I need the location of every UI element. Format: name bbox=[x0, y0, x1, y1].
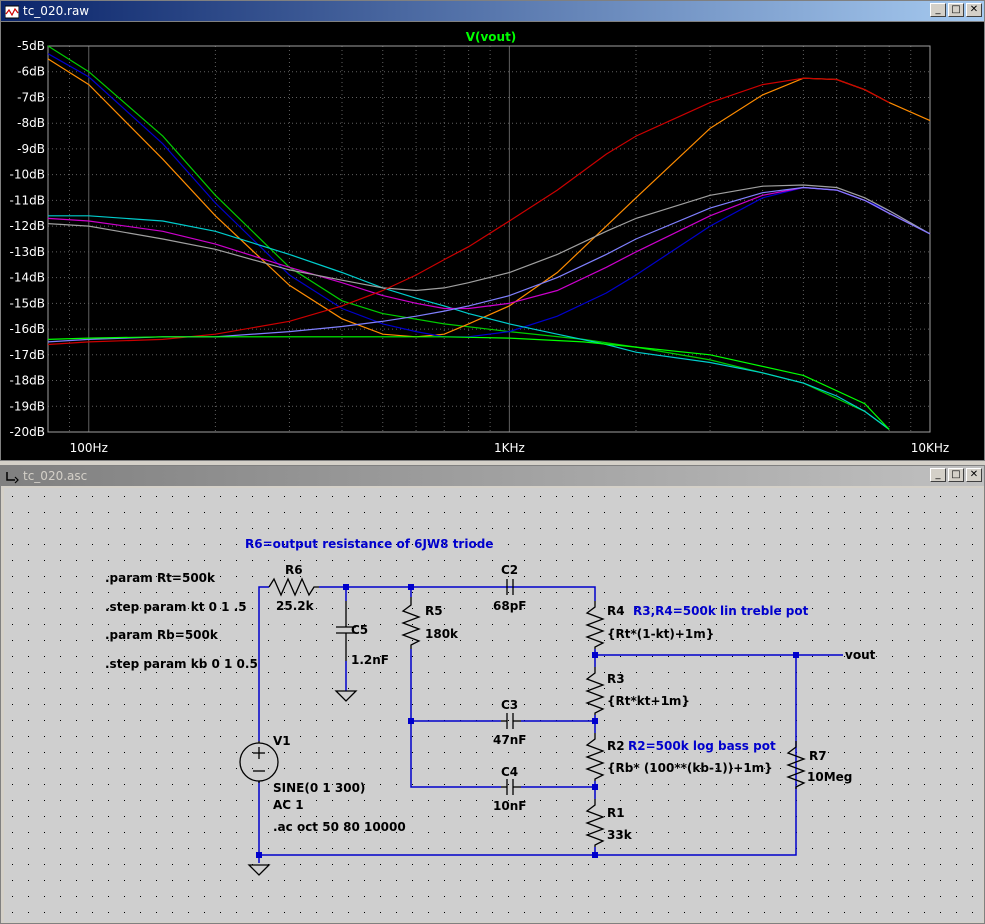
r5-value[interactable]: 180k bbox=[425, 627, 459, 641]
y-tick-label: -10dB bbox=[10, 168, 45, 182]
y-tick-label: -13dB bbox=[10, 245, 45, 259]
r3-name: R3 bbox=[607, 672, 625, 686]
r4-value[interactable]: {Rt*(1-kt)+1m} bbox=[607, 627, 714, 641]
net-label-vout[interactable]: vout bbox=[845, 648, 876, 662]
y-tick-label: -12dB bbox=[10, 219, 45, 233]
schematic-icon bbox=[5, 469, 19, 484]
y-tick-label: -20dB bbox=[10, 425, 45, 439]
schematic-window-controls: _ □ ✕ bbox=[930, 468, 982, 482]
y-tick-label: -19dB bbox=[10, 399, 45, 413]
plot-area[interactable]: -5dB -6dB -7dB -8dB -9dB -10dB -11dB -12dB -13dB… bbox=[1, 22, 984, 460]
trace-line bbox=[47, 53, 931, 338]
y-tick-label: -11dB bbox=[10, 193, 45, 207]
y-tick-label: -7dB bbox=[17, 90, 45, 104]
y-axis: -5dB -6dB -7dB -8dB -9dB -10dB -11dB -12dB -13dB… bbox=[10, 39, 45, 439]
x-tick-label: 100Hz bbox=[70, 441, 108, 455]
x-tick-label: 10KHz bbox=[911, 441, 949, 455]
schematic-canvas[interactable]: R6=output resistance of 6JW8 triode .par… bbox=[4, 488, 983, 922]
directive-param-rt[interactable]: .param Rt=500k bbox=[105, 571, 216, 585]
schematic-window-titlebar[interactable]: tc_020.asc bbox=[1, 466, 984, 486]
r6-value[interactable]: 25.2k bbox=[276, 599, 315, 613]
ac-directive[interactable]: .ac oct 50 80 10000 bbox=[273, 820, 406, 834]
trace-label[interactable]: V(vout) bbox=[466, 30, 517, 44]
minimize-button[interactable]: _ bbox=[930, 468, 946, 482]
r4-name: R4 bbox=[607, 604, 625, 618]
y-tick-label: -8dB bbox=[17, 116, 45, 130]
plot-window: tc_020.raw _ □ ✕ -5dB -6dB -7dB -8dB -9dB -10… bbox=[0, 0, 985, 461]
trace-line bbox=[47, 58, 931, 338]
r5-name: R5 bbox=[425, 604, 443, 618]
directive-param-rb[interactable]: .param Rb=500k bbox=[105, 628, 219, 642]
plot-window-title: tc_020.raw bbox=[23, 4, 90, 18]
maximize-button[interactable]: □ bbox=[948, 468, 964, 482]
r1-name: R1 bbox=[607, 806, 625, 820]
y-tick-label: -15dB bbox=[10, 296, 45, 310]
y-tick-label: -16dB bbox=[10, 322, 45, 336]
schematic-comment[interactable]: R6=output resistance of 6JW8 triode bbox=[245, 537, 493, 551]
r1-value[interactable]: 33k bbox=[607, 828, 633, 842]
close-button[interactable]: ✕ bbox=[966, 468, 982, 482]
c5-value[interactable]: 1.2nF bbox=[351, 653, 389, 667]
y-tick-label: -18dB bbox=[10, 374, 45, 388]
minimize-button[interactable]: _ bbox=[930, 3, 946, 17]
c3-value[interactable]: 47nF bbox=[493, 733, 526, 747]
trace-group bbox=[47, 45, 931, 430]
plot-window-titlebar[interactable]: tc_020.raw bbox=[1, 1, 984, 21]
y-tick-label: -17dB bbox=[10, 348, 45, 362]
r2-name: R2 bbox=[607, 739, 625, 753]
trace-line bbox=[47, 45, 890, 430]
note-bass[interactable]: R2=500k log bass pot bbox=[628, 739, 776, 753]
r7-name: R7 bbox=[809, 749, 827, 763]
y-tick-label: -5dB bbox=[17, 39, 45, 53]
v1-ac-value[interactable]: AC 1 bbox=[273, 798, 304, 812]
y-tick-label: -9dB bbox=[17, 142, 45, 156]
close-button[interactable]: ✕ bbox=[966, 3, 982, 17]
c2-name: C2 bbox=[501, 563, 518, 577]
directive-step-kb[interactable]: .step param kb 0 1 0.5 bbox=[105, 657, 258, 671]
schematic-window: tc_020.asc _ □ ✕ R6=output resistance of… bbox=[0, 465, 985, 924]
r2-value[interactable]: {Rb* (100**(kb-1))+1m} bbox=[607, 761, 773, 775]
x-axis: 100Hz 1KHz 10KHz bbox=[70, 441, 950, 455]
maximize-button[interactable]: □ bbox=[948, 3, 964, 17]
r3-value[interactable]: {Rt*kt+1m} bbox=[607, 694, 690, 708]
plot-window-controls: _ □ ✕ bbox=[930, 3, 982, 17]
trace-line bbox=[47, 186, 931, 310]
c4-name: C4 bbox=[501, 765, 518, 779]
x-tick-label: 1KHz bbox=[494, 441, 525, 455]
y-tick-label: -6dB bbox=[17, 65, 45, 79]
v1-name: V1 bbox=[273, 734, 291, 748]
waveform-icon bbox=[4, 4, 20, 19]
v1-value[interactable]: SINE(0 1 300) bbox=[273, 781, 365, 795]
r7-value[interactable]: 10Meg bbox=[807, 770, 852, 784]
note-treble[interactable]: R3,R4=500k lin treble pot bbox=[633, 604, 809, 618]
c5-name: C5 bbox=[351, 623, 368, 637]
schematic-window-title: tc_020.asc bbox=[23, 469, 88, 483]
c3-name: C3 bbox=[501, 698, 518, 712]
y-tick-label: -14dB bbox=[10, 271, 45, 285]
directive-step-kt[interactable]: .step param kt 0 1 .5 bbox=[105, 600, 247, 614]
c4-value[interactable]: 10nF bbox=[493, 799, 526, 813]
c2-value[interactable]: 68pF bbox=[493, 599, 527, 613]
r6-name: R6 bbox=[285, 563, 303, 577]
